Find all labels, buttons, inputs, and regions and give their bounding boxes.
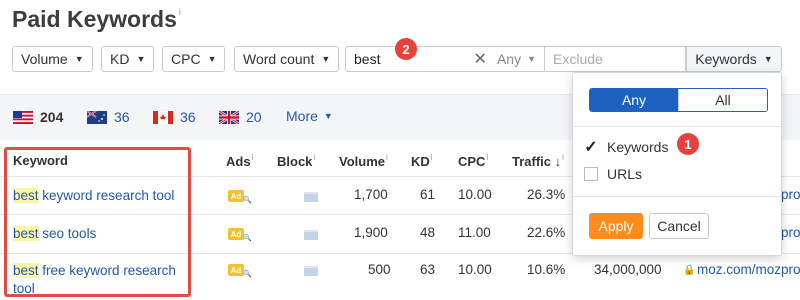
chevron-down-icon: ▼ — [323, 111, 333, 121]
search-scope-popup: Any All ✓ Keywords URLs Apply Cancel — [572, 72, 782, 256]
option-urls[interactable]: URLs — [584, 166, 642, 182]
match-toggle: Any All — [589, 88, 768, 112]
chevron-down-icon: ▼ — [763, 54, 773, 64]
exclude-input[interactable]: Exclude — [545, 46, 686, 72]
checkbox-icon[interactable] — [584, 167, 598, 181]
ad-badge[interactable]: Ad — [228, 264, 244, 276]
popup-divider — [573, 196, 781, 197]
us-flag-icon — [13, 110, 33, 124]
info-icon: i — [562, 153, 564, 162]
clear-icon[interactable]: ✕ — [474, 49, 487, 69]
gb-flag-icon — [219, 110, 239, 124]
country-ca[interactable]: 36 — [153, 109, 196, 125]
toggle-all[interactable]: All — [678, 89, 767, 111]
annotation-badge-2: 2 — [395, 38, 417, 60]
country-us[interactable]: 204 — [13, 109, 63, 125]
kd-value: 48 — [420, 225, 436, 240]
traffic-value: 26.3% — [527, 187, 566, 202]
search-icon: 🔍 — [243, 271, 252, 278]
info-icon: i — [251, 153, 254, 162]
chevron-down-icon: ▼ — [321, 54, 331, 64]
info-icon: i — [313, 153, 316, 162]
checkbox-checked-icon[interactable]: ✓ — [584, 139, 598, 156]
traffic-value: 10.6% — [527, 262, 566, 277]
info-icon: i — [430, 153, 433, 162]
more-countries-dropdown[interactable]: More ▼ — [286, 108, 333, 124]
page-title: Paid Keywords i — [12, 6, 181, 32]
cancel-button[interactable]: Cancel — [649, 213, 709, 239]
kd-value: 63 — [420, 262, 436, 277]
keyword-highlight-box — [4, 147, 191, 297]
volume-value: 1,900 — [354, 225, 388, 240]
option-keywords[interactable]: ✓ Keywords — [584, 139, 668, 156]
traffic-value: 22.6% — [527, 225, 566, 240]
block-position-icon — [304, 266, 318, 276]
ad-badge[interactable]: Ad — [228, 228, 244, 240]
column-header-ads[interactable]: Adsi — [226, 153, 253, 169]
ca-flag-icon — [153, 110, 173, 124]
cpc-value: 10.00 — [458, 262, 492, 277]
info-icon: i — [486, 153, 489, 162]
volume-filter-button[interactable]: Volume ▼ — [12, 46, 93, 72]
column-header-traffic[interactable]: Traffic ↓i — [512, 153, 564, 169]
chevron-down-icon: ▼ — [527, 54, 536, 64]
block-position-icon — [304, 230, 318, 240]
chevron-down-icon: ▼ — [74, 54, 84, 64]
info-icon: i — [386, 153, 388, 162]
chevron-down-icon: ▼ — [136, 54, 146, 64]
url-link[interactable]: moz.com/mozpro — [697, 262, 800, 277]
keyword-search-input[interactable]: best ✕ Any ▼ — [345, 46, 545, 72]
volume-value: 1,700 — [354, 187, 388, 202]
lock-icon: 🔒 — [683, 265, 696, 276]
kd-filter-button[interactable]: KD ▼ — [101, 46, 155, 72]
cpc-value: 11.00 — [458, 225, 491, 240]
block-position-icon — [304, 192, 318, 202]
au-flag-icon — [87, 110, 107, 124]
title-info-icon[interactable]: i — [179, 7, 181, 17]
annotation-badge-1: 1 — [677, 133, 699, 155]
search-icon: 🔍 — [243, 197, 252, 204]
country-au[interactable]: 36 — [87, 109, 130, 125]
apply-button[interactable]: Apply — [589, 213, 643, 239]
word-count-filter-button[interactable]: Word count ▼ — [234, 46, 340, 72]
kd-value: 61 — [420, 187, 436, 202]
column-header-cpc[interactable]: CPCi — [458, 153, 488, 169]
country-gb[interactable]: 20 — [219, 109, 262, 125]
column-header-kd[interactable]: KDi — [411, 153, 433, 169]
traffic-value-cell: 34,000,000 — [594, 262, 662, 277]
search-icon: 🔍 — [243, 235, 252, 242]
search-scope-dropdown[interactable]: Keywords ▼ — [686, 46, 782, 72]
sort-desc-icon: ↓ — [554, 154, 562, 169]
volume-value: 500 — [368, 262, 391, 277]
popup-divider — [573, 126, 781, 127]
chevron-down-icon: ▼ — [207, 54, 217, 64]
column-header-block[interactable]: Blocki — [277, 153, 315, 169]
match-mode-dropdown[interactable]: Any ▼ — [497, 51, 536, 67]
column-header-volume[interactable]: Volumei — [339, 153, 388, 169]
toggle-any[interactable]: Any — [590, 89, 678, 111]
cpc-filter-button[interactable]: CPC ▼ — [162, 46, 226, 72]
cpc-value: 10.00 — [458, 187, 492, 202]
ad-badge[interactable]: Ad — [228, 190, 244, 202]
